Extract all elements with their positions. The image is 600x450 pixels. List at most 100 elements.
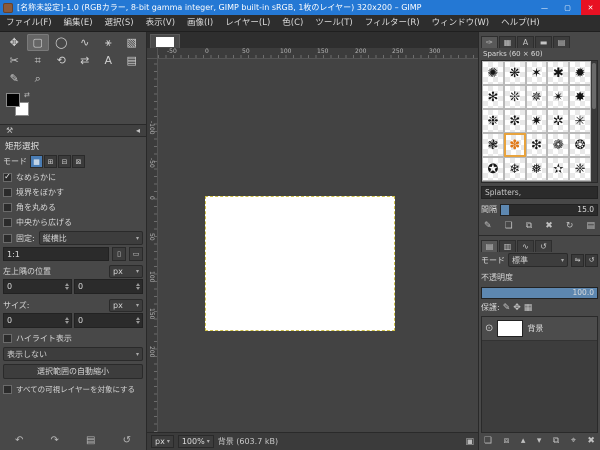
mode-intersect-icon[interactable]: ⊠ [72,155,85,168]
menu-item-9[interactable]: ウィンドウ(W) [426,15,496,32]
visibility-eye-icon[interactable]: ⊙ [485,323,493,334]
edit-brush-icon[interactable]: ✎ [484,221,492,231]
lower-layer-icon[interactable]: ▾ [537,436,542,446]
brush-item-14[interactable]: ✳ [569,109,591,133]
guides-dropdown[interactable]: 表示しない ▾ [3,347,143,361]
save-tool-options-icon[interactable]: ↶ [15,435,23,446]
restore-tool-options-icon[interactable]: ↷ [51,435,59,446]
brush-item-1[interactable]: ❋ [503,61,526,85]
menu-item-10[interactable]: ヘルプ(H) [495,15,546,32]
brush-item-16[interactable]: ✽ [503,133,526,157]
checkbox[interactable] [3,187,12,197]
aspect-ratio-input[interactable]: 1:1 [3,247,109,261]
landscape-orientation-button[interactable]: ▭ [129,247,143,261]
mode-add-icon[interactable]: ⊞ [44,155,57,168]
scrollbar-thumb[interactable] [592,63,596,109]
undo-history-tab-icon[interactable]: ↺ [535,240,552,252]
auto-shrink-button[interactable]: 選択範囲の自動縮小 [3,364,143,379]
portrait-orientation-button[interactable]: ▯ [112,247,126,261]
brush-item-4[interactable]: ✹ [569,61,591,85]
mode-replace-icon[interactable]: ▦ [30,155,43,168]
channels-tab-icon[interactable]: ▥ [499,240,516,252]
brush-item-0[interactable]: ✺ [482,61,504,85]
checkbox[interactable] [3,217,12,227]
duplicate-brush-icon[interactable]: ⧉ [526,221,532,231]
brush-tag-filter-input[interactable]: Splatters, [481,186,598,199]
spacing-slider[interactable]: 15.0 [500,203,598,216]
spinner-arrows-icon[interactable] [65,283,69,290]
brush-item-6[interactable]: ❊ [503,85,526,109]
position-x-spinner[interactable]: 0 [3,279,72,294]
delete-layer-icon[interactable]: ✖ [587,436,595,446]
zoom-tool-icon[interactable]: ⌕ [27,70,50,87]
brush-scrollbar[interactable] [591,61,597,182]
brush-item-2[interactable]: ✶ [525,61,548,85]
shrink-merged-checkbox[interactable] [3,384,12,394]
menu-item-3[interactable]: 表示(V) [140,15,181,32]
unit-dropdown[interactable]: px ▾ [151,435,174,448]
raise-layer-icon[interactable]: ▴ [521,436,526,446]
brush-item-22[interactable]: ❅ [525,157,548,181]
layer-mode-dropdown[interactable]: 標準 ▾ [508,253,568,267]
delete-tool-options-icon[interactable]: ▤ [86,435,95,446]
size-width-spinner[interactable]: 0 [3,313,72,328]
canvas-image[interactable] [205,196,395,331]
layer-row[interactable]: ⊙ 背景 [482,317,597,341]
text-tool-icon[interactable]: A [97,52,120,69]
size-height-spinner[interactable]: 0 [74,313,143,328]
delete-brush-icon[interactable]: ✖ [545,221,553,231]
close-button[interactable]: ✕ [581,0,600,15]
aspect-ratio-dropdown[interactable]: 縦横比 ▾ [38,231,143,245]
bucket-fill-tool-icon[interactable]: ▤ [121,52,144,69]
crop-tool-icon[interactable]: ⌗ [27,52,50,69]
brush-item-9[interactable]: ✸ [569,85,591,109]
menu-item-1[interactable]: 編集(E) [58,15,99,32]
reset-mode-icon[interactable]: ↺ [585,253,598,267]
checkbox[interactable]: ✓ [3,172,12,182]
minimize-button[interactable]: — [535,0,554,15]
open-brush-as-image-icon[interactable]: ▤ [586,221,595,231]
reset-tool-options-icon[interactable]: ↺ [123,435,131,446]
duplicate-layer-icon[interactable]: ⧉ [553,436,559,446]
ruler-corner[interactable] [147,48,158,59]
menu-item-6[interactable]: 色(C) [276,15,309,32]
size-unit-dropdown[interactable]: px ▾ [109,298,143,312]
spinner-arrows-icon[interactable] [136,317,140,324]
select-by-color-tool-icon[interactable]: ▧ [121,34,144,51]
layer-thumbnail[interactable] [497,320,524,337]
menu-item-2[interactable]: 選択(S) [99,15,140,32]
menu-item-0[interactable]: ファイル(F) [0,15,58,32]
new-brush-icon[interactable]: ❏ [505,221,513,231]
brush-item-23[interactable]: ✫ [547,157,570,181]
maximize-button[interactable]: ▢ [558,0,577,15]
menu-item-5[interactable]: レイヤー(L) [219,15,276,32]
lock-alpha-icon[interactable]: ▦ [524,303,533,313]
patterns-tab-icon[interactable]: ▦ [499,36,516,48]
lock-position-icon[interactable]: ✥ [513,303,521,313]
layers-tab-icon[interactable]: ▤ [481,240,498,252]
spinner-arrows-icon[interactable] [136,283,140,290]
brush-item-5[interactable]: ✻ [482,85,504,109]
switch-mode-group-icon[interactable]: ⇋ [571,253,584,267]
new-layer-icon[interactable]: ❏ [484,436,492,446]
brush-item-20[interactable]: ✪ [482,157,504,181]
brush-item-13[interactable]: ✲ [547,109,570,133]
mode-subtract-icon[interactable]: ⊟ [58,155,71,168]
pencil-tool-icon[interactable]: ✎ [3,70,26,87]
brush-item-15[interactable]: ❃ [482,133,504,157]
dock-menu-icon[interactable]: ◂ [134,126,142,135]
position-y-spinner[interactable]: 0 [74,279,143,294]
brushes-tab-icon[interactable]: ✑ [481,36,498,48]
anchor-layer-icon[interactable]: ⌖ [571,436,576,446]
navigation-icon[interactable]: ▣ [465,437,474,447]
gradients-tab-icon[interactable]: ▬ [535,36,552,48]
ellipse-select-tool-icon[interactable]: ◯ [50,34,73,51]
swap-colors-icon[interactable]: ⇄ [24,91,30,99]
position-unit-dropdown[interactable]: px ▾ [109,264,143,278]
menu-item-4[interactable]: 画像(I) [181,15,219,32]
free-select-tool-icon[interactable]: ∿ [74,34,97,51]
flip-tool-icon[interactable]: ⇄ [74,52,97,69]
new-layer-group-icon[interactable]: ⧈ [504,436,510,446]
brush-item-21[interactable]: ❄ [503,157,526,181]
rectangle-select-tool-icon[interactable]: ▢ [26,34,49,51]
